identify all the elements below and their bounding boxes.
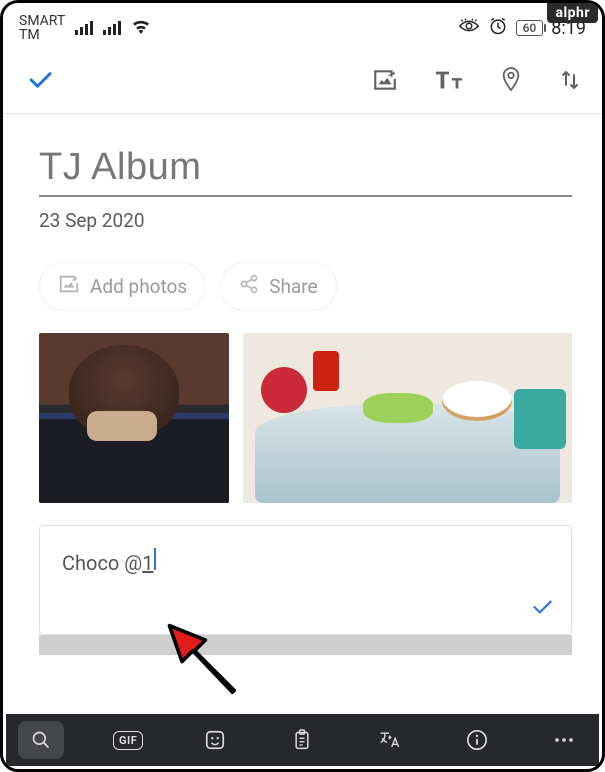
signal-icon-1	[75, 21, 93, 35]
watermark-badge: alphr	[547, 3, 598, 23]
album-title-input[interactable]	[39, 142, 572, 197]
add-image-icon[interactable]	[372, 67, 398, 93]
kb-sticker-button[interactable]	[192, 721, 238, 759]
alarm-icon	[488, 16, 508, 41]
kb-info-button[interactable]	[454, 721, 500, 759]
caption-confirm-button[interactable]	[529, 594, 555, 624]
carrier-label: SMART TM	[19, 14, 65, 42]
confirm-button[interactable]	[25, 65, 55, 95]
editor-toolbar	[3, 51, 602, 113]
app-frame: alphr SMART TM 60 8:19	[0, 0, 605, 772]
share-button[interactable]: Share	[220, 262, 336, 311]
signal-icon-2	[103, 21, 121, 35]
caption-input-card[interactable]: Choco @ 1	[39, 525, 572, 635]
keyboard-toolbar: GIF	[6, 714, 599, 766]
share-icon	[239, 274, 259, 299]
kb-translate-button[interactable]	[367, 721, 413, 759]
location-icon[interactable]	[500, 66, 522, 94]
album-date: 23 Sep 2020	[39, 209, 572, 232]
kb-more-button[interactable]	[541, 721, 587, 759]
text-cursor	[154, 548, 156, 570]
add-photos-label: Add photos	[90, 275, 187, 298]
status-bar: SMART TM 60 8:19	[3, 3, 602, 51]
kb-search-button[interactable]	[18, 721, 64, 759]
kb-gif-button[interactable]: GIF	[105, 721, 151, 759]
share-label: Share	[269, 275, 317, 298]
photo-thumbnail[interactable]	[243, 333, 572, 503]
caption-text[interactable]: Choco @ 1	[62, 548, 156, 575]
eye-icon	[458, 18, 480, 39]
text-format-icon[interactable]	[434, 67, 464, 93]
kb-clipboard-button[interactable]	[279, 721, 325, 759]
add-photos-button[interactable]: Add photos	[39, 262, 206, 311]
sort-icon[interactable]	[558, 67, 582, 93]
add-image-small-icon	[58, 273, 80, 300]
next-item-peek	[39, 635, 572, 655]
wifi-icon	[131, 18, 151, 38]
battery-indicator: 60	[516, 20, 544, 36]
photo-thumbnail[interactable]	[39, 333, 229, 503]
photo-gallery	[3, 311, 602, 503]
